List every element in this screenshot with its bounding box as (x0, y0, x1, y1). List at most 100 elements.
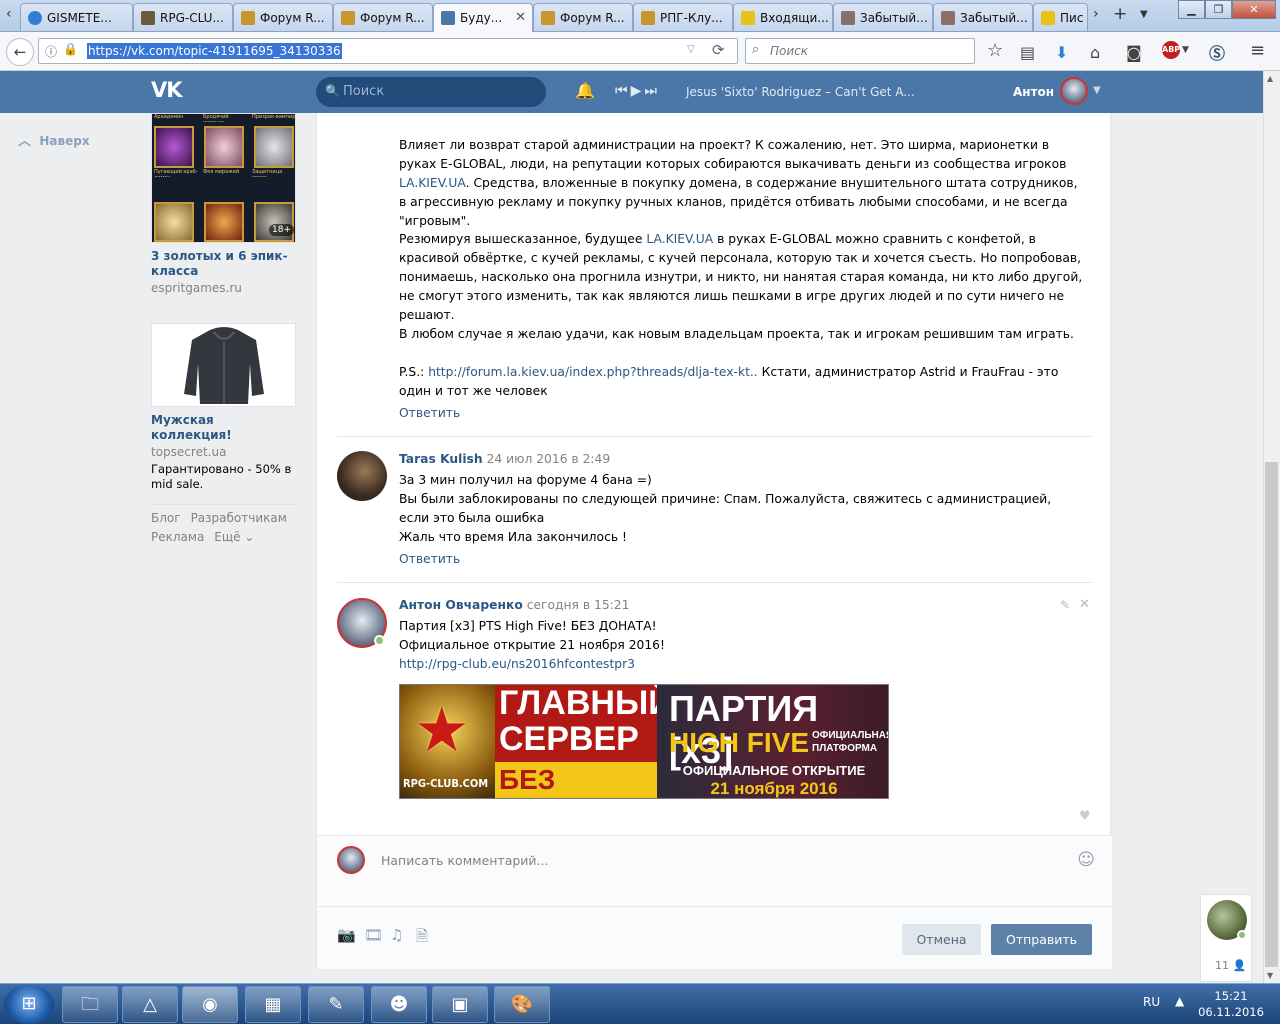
ad-title[interactable]: Мужская коллекция! (151, 413, 296, 443)
download-icon[interactable]: ⬇ (1055, 43, 1068, 62)
next-track-icon[interactable]: ⏭ (644, 83, 660, 99)
chevron-down-icon[interactable]: ▼ (1093, 85, 1101, 96)
comment-date[interactable]: 24 июл 2016 в 2:49 (487, 452, 611, 466)
music-note-icon[interactable]: ♫ (390, 926, 403, 944)
tab-scroll-left-icon[interactable]: ‹ (6, 6, 12, 22)
comment-author[interactable]: Антон Овчаренко (399, 598, 523, 612)
browser-tab[interactable]: Форум R... (533, 3, 633, 31)
browser-tab-active[interactable]: Буду... ✕ (433, 3, 533, 32)
ad-clothing[interactable]: Мужская коллекция! topsecret.ua Гарантир… (151, 323, 296, 492)
scroll-up-icon[interactable]: ▲ (1267, 74, 1273, 83)
browser-tab[interactable]: Форум R... (233, 3, 333, 31)
send-button[interactable]: Отправить (991, 924, 1092, 955)
explorer-folder-icon[interactable]: 🗀 (62, 986, 118, 1023)
home-icon[interactable]: ⌂ (1090, 43, 1100, 62)
list-all-tabs-icon[interactable]: ▼ (1140, 9, 1148, 20)
reply-link[interactable]: Ответить (399, 552, 460, 566)
reload-icon[interactable]: ⟳ (712, 41, 725, 59)
browser-tab[interactable]: Пис (1033, 3, 1088, 31)
browser-tab[interactable]: GISMETE... (20, 3, 133, 31)
ad-title[interactable]: 3 золотых и 6 эпик-класса (151, 249, 296, 279)
game-character-icon[interactable]: ☻ (371, 986, 427, 1023)
comment-input[interactable]: Написать комментарий... (381, 853, 548, 868)
tab-close-icon[interactable]: ✕ (515, 10, 526, 25)
firefox-icon[interactable]: ◉ (182, 986, 238, 1023)
lineage-game-icon[interactable]: ▣ (432, 986, 488, 1023)
maximize-icon[interactable]: ❐ (1205, 0, 1232, 19)
system-clock[interactable]: 15:21 06.11.2016 (1196, 988, 1266, 1020)
skype-icon[interactable]: Ⓢ (1209, 40, 1225, 64)
ad-thumb-label: Фея миражей (203, 169, 240, 175)
footer-link-developers[interactable]: Разработчикам (191, 511, 287, 525)
post-link[interactable]: LA.KIEV.UA (646, 232, 713, 246)
comment-date[interactable]: сегодня в 15:21 (527, 598, 630, 612)
header-user-name[interactable]: Антон (1013, 85, 1054, 99)
browser-tab[interactable]: Забытый... (833, 3, 933, 31)
cancel-button[interactable]: Отмена (902, 924, 981, 955)
menu-hamburger-icon[interactable]: ≡ (1250, 40, 1265, 61)
pocket-icon[interactable]: ◙ (1126, 43, 1142, 62)
new-tab-icon[interactable]: + (1113, 4, 1127, 24)
audio-player-controls[interactable]: ⏮▶⏭ (615, 83, 660, 99)
video-film-icon[interactable]: 🎞 (364, 926, 383, 944)
post-link[interactable]: LA.KIEV.UA (399, 176, 466, 190)
current-track-title[interactable]: Jesus 'Sixto' Rodriguez – Can't Get A... (686, 85, 915, 99)
bell-icon[interactable]: 🔔 (575, 81, 595, 100)
ad-description: Гарантировано - 50% в mid sale. (151, 462, 292, 491)
play-icon[interactable]: ▶ (631, 83, 645, 99)
paint-palette-icon[interactable]: 🎨 (494, 986, 550, 1023)
info-icon[interactable]: ⓘ (45, 43, 57, 60)
window-controls: ▁ ❐ ✕ (1178, 0, 1276, 20)
footer-links: Блог Разработчикам Реклама Ещё ⌄ (151, 509, 296, 547)
tab-scroll-right-icon[interactable]: › (1093, 6, 1099, 22)
url-text[interactable]: https://vk.com/topic-41911695_34130336 (87, 43, 342, 59)
app-triangle-icon[interactable]: △ (122, 986, 178, 1023)
emoji-smile-icon[interactable]: ☺ (1077, 850, 1095, 870)
chat-widget[interactable]: 11 👤 (1200, 894, 1252, 982)
window-close-icon[interactable]: ✕ (1232, 0, 1276, 19)
vk-logo[interactable]: VK (151, 78, 183, 102)
delete-close-icon[interactable]: ✕ (1079, 597, 1090, 612)
comment-author[interactable]: Taras Kulish (399, 452, 483, 466)
reply-link[interactable]: Ответить (399, 406, 460, 420)
footer-link-more[interactable]: Ещё ⌄ (214, 530, 254, 544)
vk-search-input[interactable]: 🔍 Поиск (316, 77, 546, 107)
windows-start-icon[interactable]: ⊞ (4, 985, 54, 1024)
scroll-to-top-button[interactable]: ︿ Наверх (18, 130, 90, 149)
scroll-down-icon[interactable]: ▼ (1267, 971, 1273, 980)
input-language[interactable]: RU (1143, 995, 1160, 1009)
minimize-icon[interactable]: ▁ (1178, 0, 1205, 19)
avatar[interactable] (337, 451, 387, 501)
adblock-icon[interactable]: ABP (1162, 41, 1180, 59)
like-heart-icon[interactable]: ♥ (1079, 809, 1091, 824)
camera-icon[interactable]: 📷 (337, 926, 356, 944)
url-bar[interactable]: ⓘ 🔒 https://vk.com/topic-41911695_341303… (38, 38, 738, 64)
comment-link[interactable]: http://rpg-club.eu/ns2016hfcontestpr3 (399, 655, 1084, 674)
notepad-icon[interactable]: ✎ (308, 986, 364, 1023)
edit-pencil-icon[interactable]: ✎ (1060, 598, 1070, 612)
browser-tab[interactable]: RPG-CLU... (133, 3, 233, 31)
bookmark-star-icon[interactable]: ☆ (987, 40, 1003, 61)
browser-tab[interactable]: Входящи... (733, 3, 833, 31)
back-arrow-icon[interactable]: ← (6, 38, 34, 66)
adblock-dropdown-icon[interactable]: ▼ (1182, 45, 1189, 55)
ad-game[interactable]: Архидемон Бродячий охотник Призрак-вампи… (151, 113, 296, 295)
reading-list-icon[interactable]: ▤ (1020, 43, 1035, 62)
ad-game-image[interactable]: Архидемон Бродячий охотник Призрак-вампи… (151, 113, 296, 243)
avatar[interactable] (1060, 77, 1088, 105)
footer-link-ads[interactable]: Реклама (151, 530, 204, 544)
browser-tab[interactable]: Забытый... (933, 3, 1033, 31)
calculator-icon[interactable]: ▦ (245, 986, 301, 1023)
scrollbar-thumb[interactable] (1265, 462, 1278, 967)
previous-track-icon[interactable]: ⏮ (615, 83, 631, 99)
document-icon[interactable]: 🗎 (416, 926, 428, 951)
footer-link-blog[interactable]: Блог (151, 511, 181, 525)
browser-search-input[interactable]: ⌕ Поиск (745, 38, 975, 64)
promo-banner-image[interactable]: ★ RPG-CLUB.COM ГЛАВНЫЙ СЕРВЕР БЕЗ ДОНАТА… (399, 684, 889, 799)
browser-tab[interactable]: Форум R... (333, 3, 433, 31)
post-link[interactable]: http://forum.la.kiev.ua/index.php?thread… (428, 365, 758, 379)
ad-clothing-image[interactable] (151, 323, 296, 407)
tray-arrow-icon[interactable]: ▲ (1175, 994, 1184, 1008)
url-dropdown-icon[interactable]: ▽ (687, 44, 695, 55)
browser-tab[interactable]: РПГ-Клу... (633, 3, 733, 31)
